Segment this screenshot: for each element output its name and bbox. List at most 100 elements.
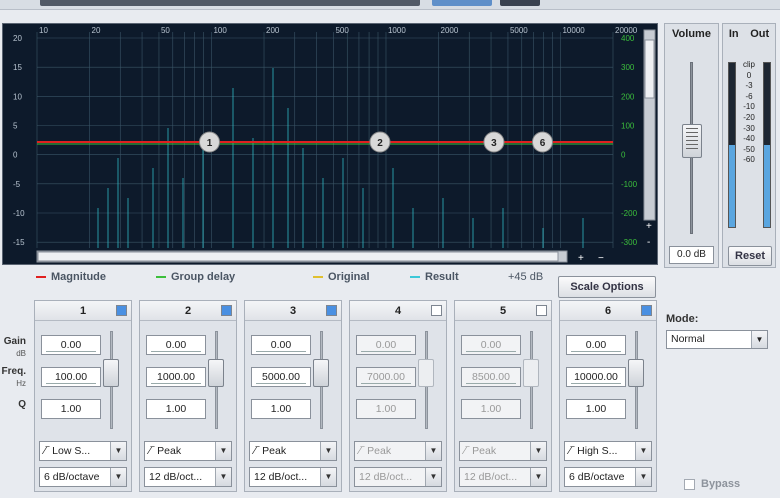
volume-slider-thumb[interactable] (682, 124, 702, 158)
band-slider-thumb[interactable] (103, 359, 119, 387)
volume-value-field[interactable]: 0.0 dB (669, 246, 714, 264)
chevron-down-icon[interactable]: ▼ (320, 468, 336, 486)
q-field[interactable]: 1.00 (41, 399, 101, 419)
vscroll-thumb[interactable] (644, 39, 655, 99)
eq-graph[interactable]: 20 400 15 300 10 200 5 100 0 0 -5 -100 -10 -200 -15 -30… (2, 23, 658, 265)
freq-tick-label: 1000 (388, 26, 406, 35)
chevron-down-icon[interactable]: ▼ (635, 468, 651, 486)
band-slider-thumb[interactable] (418, 359, 434, 387)
gain-field[interactable]: 0.00 (356, 335, 416, 355)
freq-tick-label: 10000 (562, 26, 585, 35)
chevron-down-icon[interactable]: ▼ (530, 442, 546, 460)
meter-scale-tick: -60 (743, 155, 755, 165)
freq-field[interactable]: 8500.00 (461, 367, 521, 387)
slope-select[interactable]: 12 dB/oct... ▼ (459, 467, 547, 487)
q-field[interactable]: 1.00 (146, 399, 206, 419)
band-enable-checkbox[interactable] (116, 305, 127, 316)
legend-original: Original (313, 271, 370, 283)
scale-options-button[interactable]: Scale Options (558, 276, 656, 298)
band-slider-thumb[interactable] (208, 359, 224, 387)
filter-type-value: Peak (472, 445, 497, 457)
chevron-down-icon[interactable]: ▼ (635, 442, 651, 460)
filter-type-value: Peak (262, 445, 287, 457)
mode-select[interactable]: Normal ▼ (666, 330, 768, 349)
band-enable-checkbox[interactable] (326, 305, 337, 316)
reset-button[interactable]: Reset (728, 246, 772, 266)
band-panel-3: 3 0.00 5000.00 1.00 ⁄‾ Peak ▼ 12 dB/oct..… (244, 300, 342, 492)
gain-field[interactable]: 0.00 (146, 335, 206, 355)
freq-tick-label: 500 (335, 26, 349, 35)
meter-scale-tick: -10 (743, 102, 755, 112)
zoom-out-icon[interactable]: - (647, 237, 650, 248)
gain-tick-label: 20 (13, 34, 22, 43)
band-enable-checkbox[interactable] (641, 305, 652, 316)
chevron-down-icon[interactable]: ▼ (320, 442, 336, 460)
hscroll-minus-icon[interactable]: − (598, 253, 604, 264)
eq-node-1[interactable]: 1 (198, 131, 220, 153)
chevron-down-icon[interactable]: ▼ (215, 442, 231, 460)
hscroll-thumb[interactable] (37, 251, 559, 262)
band-enable-checkbox[interactable] (536, 305, 547, 316)
q-field[interactable]: 1.00 (356, 399, 416, 419)
band-slider-thumb[interactable] (628, 359, 644, 387)
meter-scale-tick: -20 (743, 112, 755, 122)
gain-field[interactable]: 0.00 (461, 335, 521, 355)
chevron-down-icon[interactable]: ▼ (530, 468, 546, 486)
gain-field[interactable]: 0.00 (566, 335, 626, 355)
chevron-down-icon[interactable]: ▼ (215, 468, 231, 486)
filter-type-select[interactable]: ⁄‾ Peak ▼ (459, 441, 547, 461)
zoom-in-icon[interactable]: + (646, 221, 652, 232)
slope-select[interactable]: 6 dB/octave ▼ (39, 467, 127, 487)
band-panel-6: 6 0.00 10000.00 1.00 ⁄‾ High S... ▼ 6 dB/… (559, 300, 657, 492)
freq-field[interactable]: 7000.00 (356, 367, 416, 387)
eq-node-2[interactable]: 2 (369, 131, 391, 153)
meter-scale-tick: 0 (746, 70, 752, 80)
mode-label: Mode: (666, 313, 699, 325)
q-value: 1.00 (165, 403, 187, 415)
q-label: Q (18, 399, 26, 410)
filter-type-value: Peak (157, 445, 182, 457)
filter-type-select[interactable]: ⁄‾ Low S... ▼ (39, 441, 127, 461)
band-enable-checkbox[interactable] (221, 305, 232, 316)
q-field[interactable]: 1.00 (566, 399, 626, 419)
chevron-down-icon[interactable]: ▼ (751, 331, 767, 348)
band-slider-thumb[interactable] (313, 359, 329, 387)
band-enable-checkbox[interactable] (431, 305, 442, 316)
bypass-box[interactable] (684, 478, 695, 490)
freq-field[interactable]: 5000.00 (251, 367, 311, 387)
filter-type-select[interactable]: ⁄‾ Peak ▼ (144, 441, 232, 461)
filter-type-select[interactable]: ⁄‾ Peak ▼ (354, 441, 442, 461)
q-field[interactable]: 1.00 (461, 399, 521, 419)
chevron-down-icon[interactable]: ▼ (110, 468, 126, 486)
eq-node-6[interactable]: 6 (531, 131, 553, 153)
freq-field[interactable]: 1000.00 (146, 367, 206, 387)
filter-type-select[interactable]: ⁄‾ Peak ▼ (249, 441, 337, 461)
filter-type-value: Low S... (52, 445, 91, 457)
slope-select[interactable]: 12 dB/oct... ▼ (249, 467, 337, 487)
eq-node-label: 2 (377, 138, 383, 149)
freq-tick-label: 2000 (441, 26, 459, 35)
eq-graph-canvas[interactable]: 20 40015 30010 2005 1000 0-5 -100-10 -200-15 -30… (3, 24, 659, 266)
chevron-down-icon[interactable]: ▼ (425, 442, 441, 460)
eq-node-3[interactable]: 3 (483, 131, 505, 153)
band-slider-thumb[interactable] (523, 359, 539, 387)
slope-select[interactable]: 12 dB/oct... ▼ (144, 467, 232, 487)
freq-field[interactable]: 10000.00 (566, 367, 626, 387)
chevron-down-icon[interactable]: ▼ (425, 468, 441, 486)
hscroll-plus-icon[interactable]: + (578, 253, 584, 264)
band-panel-2: 2 0.00 1000.00 1.00 ⁄‾ Peak ▼ 12 dB/oct..… (139, 300, 237, 492)
top-toolbar-strip (0, 0, 780, 10)
gain-field[interactable]: 0.00 (41, 335, 101, 355)
slope-value: 12 dB/oct... (464, 471, 518, 483)
slope-select[interactable]: 6 dB/octave ▼ (564, 467, 652, 487)
gain-value: 0.00 (60, 339, 82, 351)
slope-select[interactable]: 12 dB/oct... ▼ (354, 467, 442, 487)
q-field[interactable]: 1.00 (251, 399, 311, 419)
q-value: 1.00 (270, 403, 292, 415)
filter-type-select[interactable]: ⁄‾ High S... ▼ (564, 441, 652, 461)
meter-out-label: Out (750, 28, 770, 40)
chevron-down-icon[interactable]: ▼ (110, 442, 126, 460)
gain-field[interactable]: 0.00 (251, 335, 311, 355)
bypass-checkbox[interactable]: Bypass (684, 478, 740, 490)
freq-field[interactable]: 100.00 (41, 367, 101, 387)
